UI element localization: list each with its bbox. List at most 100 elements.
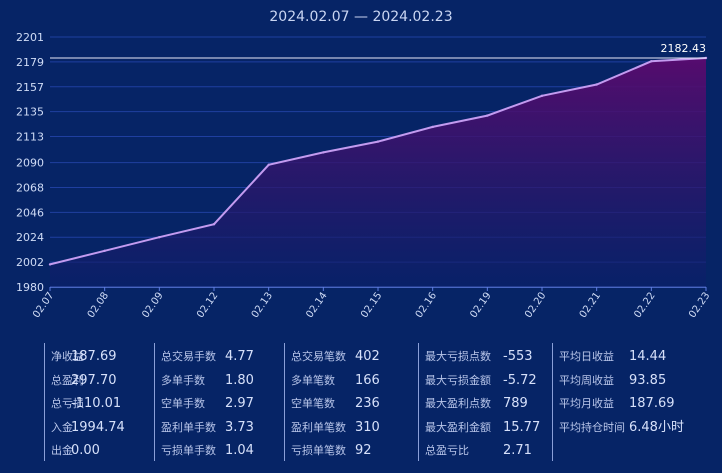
y-tick-label: 2090 [16,157,44,170]
x-tick-label: 02.16 [414,290,439,320]
stat-row: 总交易笔数 402 [291,343,380,367]
data-point [376,140,380,143]
stat-row: 入金1994.74 [51,414,125,438]
stat-value: -110.01 [71,396,122,411]
data-point [431,125,434,129]
stat-row: 出金0.00 [51,437,125,461]
stat-row: 总交易手数 4.77 [161,343,254,367]
stat-value: 2.71 [503,443,532,458]
stat-row: 总亏损-110.01 [51,390,125,414]
stat-row: 总盈亏比 2.71 [425,437,540,461]
y-tick-label: 2157 [16,81,44,94]
stat-label: 亏损单笔数 [291,444,346,457]
stat-value: 93.85 [629,372,667,388]
stat-label: 最大盈利点数 [425,397,491,410]
stat-value: 402 [355,349,380,364]
stat-value: 236 [355,396,380,411]
stat-value: 297.70 [71,372,117,388]
x-tick-label: 02.07 [31,290,56,320]
y-tick-label: 2068 [16,181,44,194]
data-point [650,60,653,63]
data-point [322,151,325,154]
stat-value: 310 [355,419,380,435]
x-tick-label: 02.09 [140,290,165,320]
data-point [103,249,106,252]
stat-row: 空单笔数 236 [291,390,380,414]
x-tick-label: 02.08 [86,290,111,320]
data-point [595,83,598,86]
stat-row: 净收益187.69 [51,343,125,367]
last-value-label: 2182.43 [661,42,707,55]
stat-label: 净收益 [51,350,84,363]
stat-row: 平均持仓时间 6.48小时 [559,414,684,438]
stat-value: -553 [503,349,533,364]
stat-value: 92 [355,443,372,458]
stat-label: 盈利单手数 [161,420,216,434]
equity-chart: 1980 2002 2024 2046 2068 2090 2113 2135 2157 2179… [16,31,712,320]
stat-value: 1994.74 [71,419,125,435]
stat-row: 多单手数 1.80 [161,367,254,391]
stat-row: 多单笔数 166 [291,367,380,391]
stats-column-2: 总交易手数 4.77 多单手数 1.80 空单手数 2.97 盈利单手数 3.73 亏损单手数 1… [154,343,254,461]
stat-label: 总交易笔数 [291,350,346,363]
stat-value: 789 [503,396,528,411]
stat-row: 平均月收益 187.69 [559,390,684,414]
y-tick-label: 2179 [16,56,44,69]
y-axis-ticks: 1980 2002 2024 2046 2068 2090 2113 2135 2157 2179… [16,31,44,294]
y-tick-label: 2135 [16,106,44,119]
y-tick-label: 2002 [16,256,44,269]
stat-label: 总盈亏比 [425,444,469,457]
x-tick-label: 02.23 [687,290,712,320]
stat-row: 最大亏损点数 -553 [425,343,540,367]
stats-column-1: 净收益187.69 总盈利297.70 总亏损-110.01 入金1994.74 出金0… [44,343,125,461]
stat-value: 4.77 [225,349,254,364]
x-axis-ticks: 02.07 02.08 02.09 02.12 02.13 02.14 02.15 02.16… [31,287,712,320]
stat-row: 最大盈利金额 15.77 [425,414,540,438]
stat-value: 15.77 [503,419,541,435]
area-fill [50,58,706,287]
stat-label: 亏损单手数 [161,444,216,457]
stat-value: 187.69 [71,349,117,364]
stat-value: 3.73 [225,419,254,435]
stat-value: 187.69 [629,396,675,411]
stat-label: 最大亏损点数 [425,350,491,363]
series-area [50,58,706,287]
stat-label: 总亏损 [51,397,84,410]
data-point [540,94,544,98]
stat-value: 1.04 [225,443,254,458]
y-tick-label: 2201 [16,31,44,44]
stat-label: 平均日收益 [559,350,614,363]
stat-label: 总盈利 [51,373,84,387]
stat-label: 平均持仓时间 [559,420,625,434]
stats-panel: 净收益187.69 总盈利297.70 总亏损-110.01 入金1994.74 出金0… [44,343,714,465]
x-tick-label: 02.22 [632,290,657,320]
data-point [48,263,52,266]
stats-column-4: 最大亏损点数 -553 最大亏损金额 -5.72 最大盈利点数 789 最大盈利金额 15.7… [418,343,540,461]
x-tick-label: 02.14 [304,290,329,320]
stat-value: -5.72 [503,372,537,388]
stat-value: 6.48小时 [629,419,684,435]
x-tick-label: 02.12 [195,290,220,320]
stat-row: 亏损单手数 1.04 [161,437,254,461]
stats-column-5: 平均日收益 14.44 平均周收益 93.85 平均月收益 187.69 平均持仓时间 6.4… [552,343,684,461]
stat-label: 入金 [51,420,73,434]
stat-row: 盈利单笔数 310 [291,414,380,438]
data-point [486,114,489,117]
y-tick-label: 2024 [16,231,44,244]
stat-row: 盈利单手数 3.73 [161,414,254,438]
stat-value: 14.44 [629,349,667,364]
stat-row: 总盈利297.70 [51,367,125,391]
stat-row: 最大盈利点数 789 [425,390,540,414]
stat-label: 空单笔数 [291,397,335,410]
x-tick-label: 02.13 [250,290,275,320]
data-point [267,163,270,166]
stat-label: 多单手数 [161,373,205,387]
stat-label: 出金 [51,444,73,457]
x-tick-label: 02.19 [468,290,493,320]
x-tick-label: 02.21 [578,290,603,320]
stats-column-3: 总交易笔数 402 多单笔数 166 空单笔数 236 盈利单笔数 310 亏损单笔数 92 [284,343,380,461]
stat-value: 166 [355,372,380,388]
stat-label: 平均月收益 [559,397,614,410]
stat-label: 多单笔数 [291,373,335,387]
stat-row: 最大亏损金额 -5.72 [425,367,540,391]
